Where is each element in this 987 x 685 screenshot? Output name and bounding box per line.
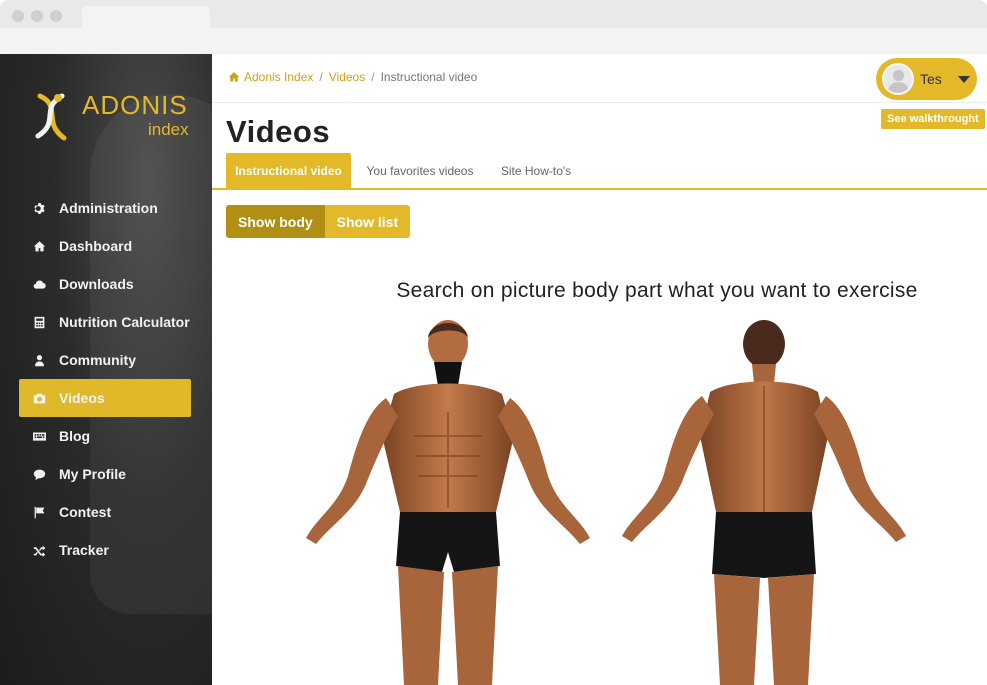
- logo[interactable]: ADONIS index: [32, 90, 192, 146]
- user-icon: [32, 353, 46, 367]
- sidebar-item-label: Community: [59, 352, 136, 368]
- sidebar-item-administration[interactable]: Administration: [19, 189, 191, 227]
- sidebar-item-tracker[interactable]: Tracker: [19, 531, 191, 569]
- tab-site-how-tos[interactable]: Site How-to's: [490, 153, 582, 188]
- home-icon: [228, 71, 240, 83]
- show-list-button[interactable]: Show list: [324, 205, 411, 238]
- tab-instructional-video[interactable]: Instructional video: [226, 153, 351, 188]
- keyboard-icon: [32, 429, 46, 443]
- tab-bar: Instructional video You favorites videos…: [212, 153, 987, 190]
- window-maximize-dot[interactable]: [50, 10, 62, 22]
- sidebar-item-my-profile[interactable]: My Profile: [19, 455, 191, 493]
- logo-title: ADONIS: [82, 90, 188, 120]
- view-toggle: Show body Show list: [226, 205, 411, 238]
- walkthrough-button[interactable]: See walkthrought: [881, 109, 985, 129]
- sidebar-item-label: Tracker: [59, 542, 109, 558]
- sidebar-item-downloads[interactable]: Downloads: [19, 265, 191, 303]
- window-close-dot[interactable]: [12, 10, 24, 22]
- sidebar-nav: Administration Dashboard Downloads Nutri…: [19, 189, 191, 569]
- sidebar-item-community[interactable]: Community: [19, 341, 191, 379]
- show-body-button[interactable]: Show body: [226, 205, 325, 238]
- sidebar-item-label: Contest: [59, 504, 112, 520]
- cloud-icon: [32, 277, 46, 291]
- calculator-icon: [32, 315, 46, 329]
- user-menu[interactable]: Tes: [876, 58, 977, 100]
- chevron-down-icon: [958, 76, 970, 83]
- sidebar-item-dashboard[interactable]: Dashboard: [19, 227, 191, 265]
- avatar: [882, 63, 914, 95]
- sidebar-item-videos[interactable]: Videos: [19, 379, 191, 417]
- flag-icon: [32, 505, 46, 519]
- breadcrumb-separator: /: [371, 70, 375, 84]
- user-name: Tes: [920, 71, 942, 87]
- browser-tab[interactable]: [82, 6, 210, 28]
- body-search-headline: Search on picture body part what you wan…: [396, 279, 918, 302]
- shuffle-icon: [32, 543, 46, 557]
- camera-icon: [32, 391, 46, 405]
- home-icon: [32, 239, 46, 253]
- sidebar-item-label: Blog: [59, 428, 91, 444]
- sidebar-item-label: Nutrition Calculator: [59, 314, 190, 330]
- top-bar: Adonis Index / Videos / Instructional vi…: [212, 54, 987, 103]
- logo-subtitle: index: [148, 120, 189, 139]
- sidebar-item-label: Videos: [59, 390, 105, 406]
- sidebar: ADONIS index Administration Dashboard Do…: [0, 54, 212, 685]
- window-minimize-dot[interactable]: [31, 10, 43, 22]
- sidebar-item-label: Administration: [59, 200, 158, 216]
- page-title: Videos: [226, 114, 331, 149]
- dna-logo-icon: [35, 93, 67, 141]
- sidebar-item-blog[interactable]: Blog: [19, 417, 191, 455]
- breadcrumb-videos-link[interactable]: Videos: [329, 70, 365, 84]
- tab-favorites-videos[interactable]: You favorites videos: [355, 153, 485, 188]
- browser-chrome: [0, 0, 987, 54]
- main-content: Adonis Index / Videos / Instructional vi…: [212, 54, 987, 685]
- body-front-figure[interactable]: [296, 316, 616, 685]
- breadcrumb-separator: /: [319, 70, 323, 84]
- breadcrumb-current: Instructional video: [380, 70, 478, 84]
- browser-toolbar: [0, 28, 987, 54]
- browser-window: ADONIS index Administration Dashboard Do…: [0, 0, 987, 685]
- gear-icon: [32, 201, 46, 215]
- body-back-figure[interactable]: [610, 316, 930, 685]
- sidebar-item-label: Dashboard: [59, 238, 133, 254]
- breadcrumb-home-link[interactable]: Adonis Index: [244, 70, 313, 84]
- sidebar-item-nutrition-calculator[interactable]: Nutrition Calculator: [19, 303, 191, 341]
- chat-icon: [32, 467, 46, 481]
- sidebar-item-contest[interactable]: Contest: [19, 493, 191, 531]
- sidebar-item-label: Downloads: [59, 276, 134, 292]
- sidebar-item-label: My Profile: [59, 466, 126, 482]
- breadcrumb: Adonis Index / Videos / Instructional vi…: [228, 70, 477, 84]
